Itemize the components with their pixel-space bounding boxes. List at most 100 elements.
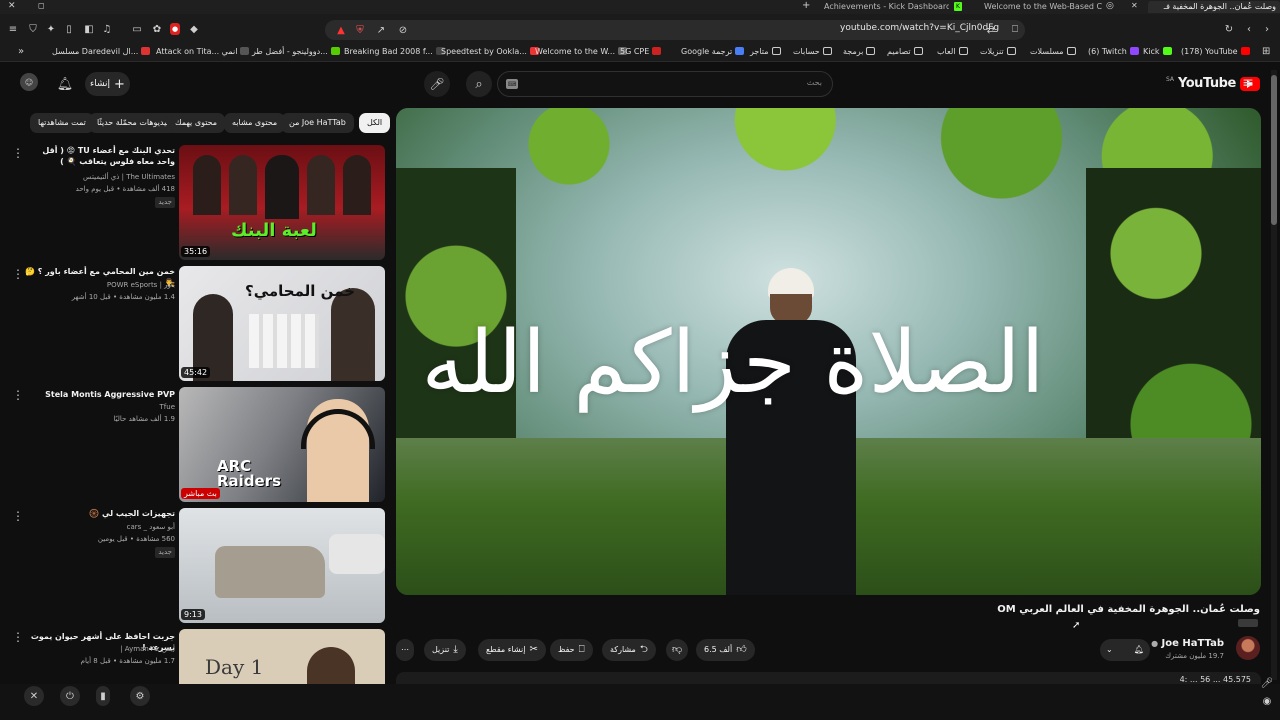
bookmark-item[interactable]: 5G CPE — [620, 47, 662, 56]
mic-icon[interactable]: 🎤︎ — [1260, 676, 1274, 690]
extension-icon[interactable]: ✿ — [150, 22, 164, 36]
channel-name[interactable]: Tfue — [15, 402, 175, 413]
bookmark-item[interactable]: (178) YouTube — [1181, 47, 1250, 56]
more-options-icon[interactable]: ⋮ — [12, 147, 24, 159]
bookmark-folder[interactable]: برمجة — [843, 47, 876, 56]
subscribe-menu-button[interactable]: ⌄ 🔔︎ — [1100, 639, 1150, 661]
list-item[interactable]: ⋮ تحدي البنك مع أعضاء TU 😡 ( أقل واحد مع… — [0, 145, 390, 263]
new-tab-icon[interactable]: + — [802, 0, 810, 11]
keyboard-icon[interactable]: ⌨ — [506, 79, 518, 89]
cast-icon[interactable]: ▭ — [130, 22, 144, 36]
save-button[interactable]: حفظ ⎕ — [550, 639, 593, 661]
list-item[interactable]: ⋮ خمن مين المحامي مع أعضاء باور ؟ 🤔👨‍⚖️ … — [0, 266, 390, 384]
chip-for-you[interactable]: محتوى يهمك — [167, 113, 226, 133]
more-bookmarks-icon[interactable]: » — [18, 46, 24, 57]
video-thumbnail[interactable]: Day 1 — [179, 629, 385, 684]
channel-name[interactable]: The Ultimates | ذي ألتيميتس — [15, 172, 175, 183]
forward-icon[interactable]: › — [1260, 22, 1274, 36]
video-thumbnail[interactable]: ARC Raiders بث مباشر — [179, 387, 385, 502]
channel-name[interactable]: أبو سعود _ cars — [15, 522, 175, 533]
bookmark-item[interactable]: Google ترجمة — [681, 47, 745, 56]
bookmark-item[interactable]: دوولينجو - أفضل طر... — [252, 47, 340, 56]
tab-kick-achievements[interactable]: Achievements - Kick Dashboard — [824, 1, 949, 13]
chip-watched[interactable]: تمت مشاهدتها — [30, 113, 94, 133]
sidebar-toggle-icon[interactable]: ▯ — [62, 22, 76, 36]
mic-muted-icon[interactable]: ✕ — [24, 686, 44, 706]
bookmark-item[interactable]: (6) Twitch — [1088, 47, 1139, 56]
more-options-icon[interactable]: ⋮ — [12, 510, 24, 522]
chip-from-channel[interactable]: من Joe HaTTab — [281, 113, 354, 133]
list-item[interactable]: ⋮ جربت احافظ على أشهر حيوان يموت بسرعة !… — [0, 629, 390, 684]
share-icon[interactable]: ↗ — [375, 23, 387, 37]
bookmark-folder[interactable]: تنزيلات — [980, 47, 1016, 56]
bookmark-item[interactable]: Attack on Tita... انمي — [156, 47, 250, 56]
split-view-icon[interactable]: ◧ — [82, 22, 96, 36]
scrollbar-thumb[interactable] — [1271, 75, 1277, 225]
channel-name[interactable]: باور | POWR eSports — [15, 280, 175, 291]
download-button[interactable]: تنزيل ⤓ — [424, 639, 466, 661]
voice-search-button[interactable]: 🎤︎ — [424, 71, 450, 97]
bookmark-icon[interactable]: ⎕ — [1008, 22, 1022, 36]
chip-recently-uploaded[interactable]: فيديوهات محمّلة حديثًا — [89, 113, 179, 133]
channel-name[interactable]: أيمن Ayman Az | — [15, 644, 175, 655]
power-icon[interactable]: ⏻ — [60, 686, 80, 706]
more-options-icon[interactable]: ⋮ — [12, 631, 24, 643]
more-actions-button[interactable]: ⋯ — [396, 639, 414, 661]
hamburger-menu-icon[interactable]: ≡ — [1240, 75, 1256, 91]
bookmark-item[interactable]: Breaking Bad 2008 f... — [344, 47, 445, 56]
list-item[interactable]: ⋮ تجهيزات الجيب لي 🛞 أبو سعود _ cars 560… — [0, 508, 390, 626]
video-thumbnail[interactable]: خمن المحامي؟ 45:42 — [179, 266, 385, 381]
site-settings-icon[interactable]: ⇄ — [985, 23, 997, 37]
video-title[interactable]: تجهيزات الجيب لي 🛞 — [25, 508, 175, 519]
bookmark-folder[interactable]: متاجر — [750, 47, 781, 56]
bookmark-folder[interactable]: حسابات — [793, 47, 832, 56]
create-button[interactable]: إنشاء + — [85, 72, 130, 96]
avatar[interactable]: ☺ — [20, 73, 38, 91]
list-item[interactable]: ⋮ Stela Montis Aggressive PVP Tfue 1.9 أ… — [0, 387, 390, 505]
address-bar[interactable]: ▲ ⛨ ↗ ⊘ youtube.com/watch?v=Ki_Cjln0dFg … — [325, 20, 1025, 40]
back-icon[interactable]: ‹ — [1242, 22, 1256, 36]
bookmarks-overflow-icon[interactable]: ⊞ — [1262, 46, 1270, 57]
more-options-icon[interactable]: ⋮ — [12, 389, 24, 401]
close-window-icon[interactable]: ✕ — [8, 1, 16, 11]
video-thumbnail[interactable]: لعبة البنك 35:16 — [179, 145, 385, 260]
record-icon[interactable]: ● — [170, 23, 180, 35]
screenshot-icon[interactable]: ⊘ — [397, 23, 409, 37]
dislike-button[interactable]: 👎︎ — [666, 639, 689, 661]
video-thumbnail[interactable]: 9:13 — [179, 508, 385, 623]
video-player[interactable]: الصلاة جزاكم الله خير — [396, 108, 1261, 595]
tab-web-config[interactable]: Welcome to the Web-Based Config — [984, 1, 1102, 13]
bookmark-folder[interactable]: تصاميم — [887, 47, 923, 56]
share-button[interactable]: مشاركة ⮌ — [602, 639, 656, 661]
page-scrollbar[interactable] — [1271, 70, 1277, 680]
close-tab-icon[interactable]: ✕ — [1131, 1, 1138, 10]
brave-shield-icon[interactable]: ⛨ — [353, 23, 367, 37]
search-input[interactable]: ⌨ بحث — [497, 71, 833, 97]
menu-icon[interactable]: ≡ — [6, 22, 20, 36]
diamond-icon[interactable]: ◆ — [188, 22, 200, 36]
reload-icon[interactable]: ↻ — [1222, 22, 1236, 36]
video-title[interactable]: Stela Montis Aggressive PVP — [25, 389, 175, 400]
clip-button[interactable]: إنشاء مقطع ✂ — [478, 639, 546, 661]
shield-icon[interactable]: ⛉ — [26, 22, 40, 36]
notifications-bell-icon[interactable]: 🔔︎ — [56, 75, 74, 93]
chip-all[interactable]: الكل — [359, 113, 391, 133]
tab-youtube-video[interactable]: وصلت عُمان.. الجوهرة المخفية فـ — [1148, 1, 1280, 13]
channel-avatar[interactable] — [1236, 636, 1260, 660]
bookmark-item[interactable]: مسلسل Daredevil ال... — [52, 47, 151, 56]
channel-name-main[interactable]: ● Joe HaTTab — [1151, 638, 1224, 649]
video-title[interactable]: تحدي البنك مع أعضاء TU 😡 ( أقل واحد معاه… — [25, 145, 175, 167]
bookmark-item[interactable]: Kick — [1143, 47, 1172, 56]
bookmark-folder[interactable]: العاب — [937, 47, 968, 56]
url-text[interactable]: youtube.com/watch?v=Ki_Cjln0dFg — [840, 23, 999, 33]
adblock-icon[interactable]: ▲ — [335, 23, 347, 37]
puzzle-icon[interactable]: ✦ — [44, 22, 58, 36]
like-button[interactable]: 6.5 ألف 👍︎ — [696, 639, 755, 661]
more-options-icon[interactable]: ⋮ — [12, 268, 24, 280]
bookmark-item[interactable]: Speedtest by Ookla... — [441, 47, 539, 56]
pill-icon[interactable]: ▮ — [96, 686, 110, 706]
settings-gear-icon[interactable]: ⚙ — [130, 686, 150, 706]
chip-related[interactable]: محتوى مشابه — [224, 113, 286, 133]
target-icon[interactable]: ◉ — [1260, 694, 1274, 708]
search-button[interactable]: ⌕ — [466, 71, 492, 97]
